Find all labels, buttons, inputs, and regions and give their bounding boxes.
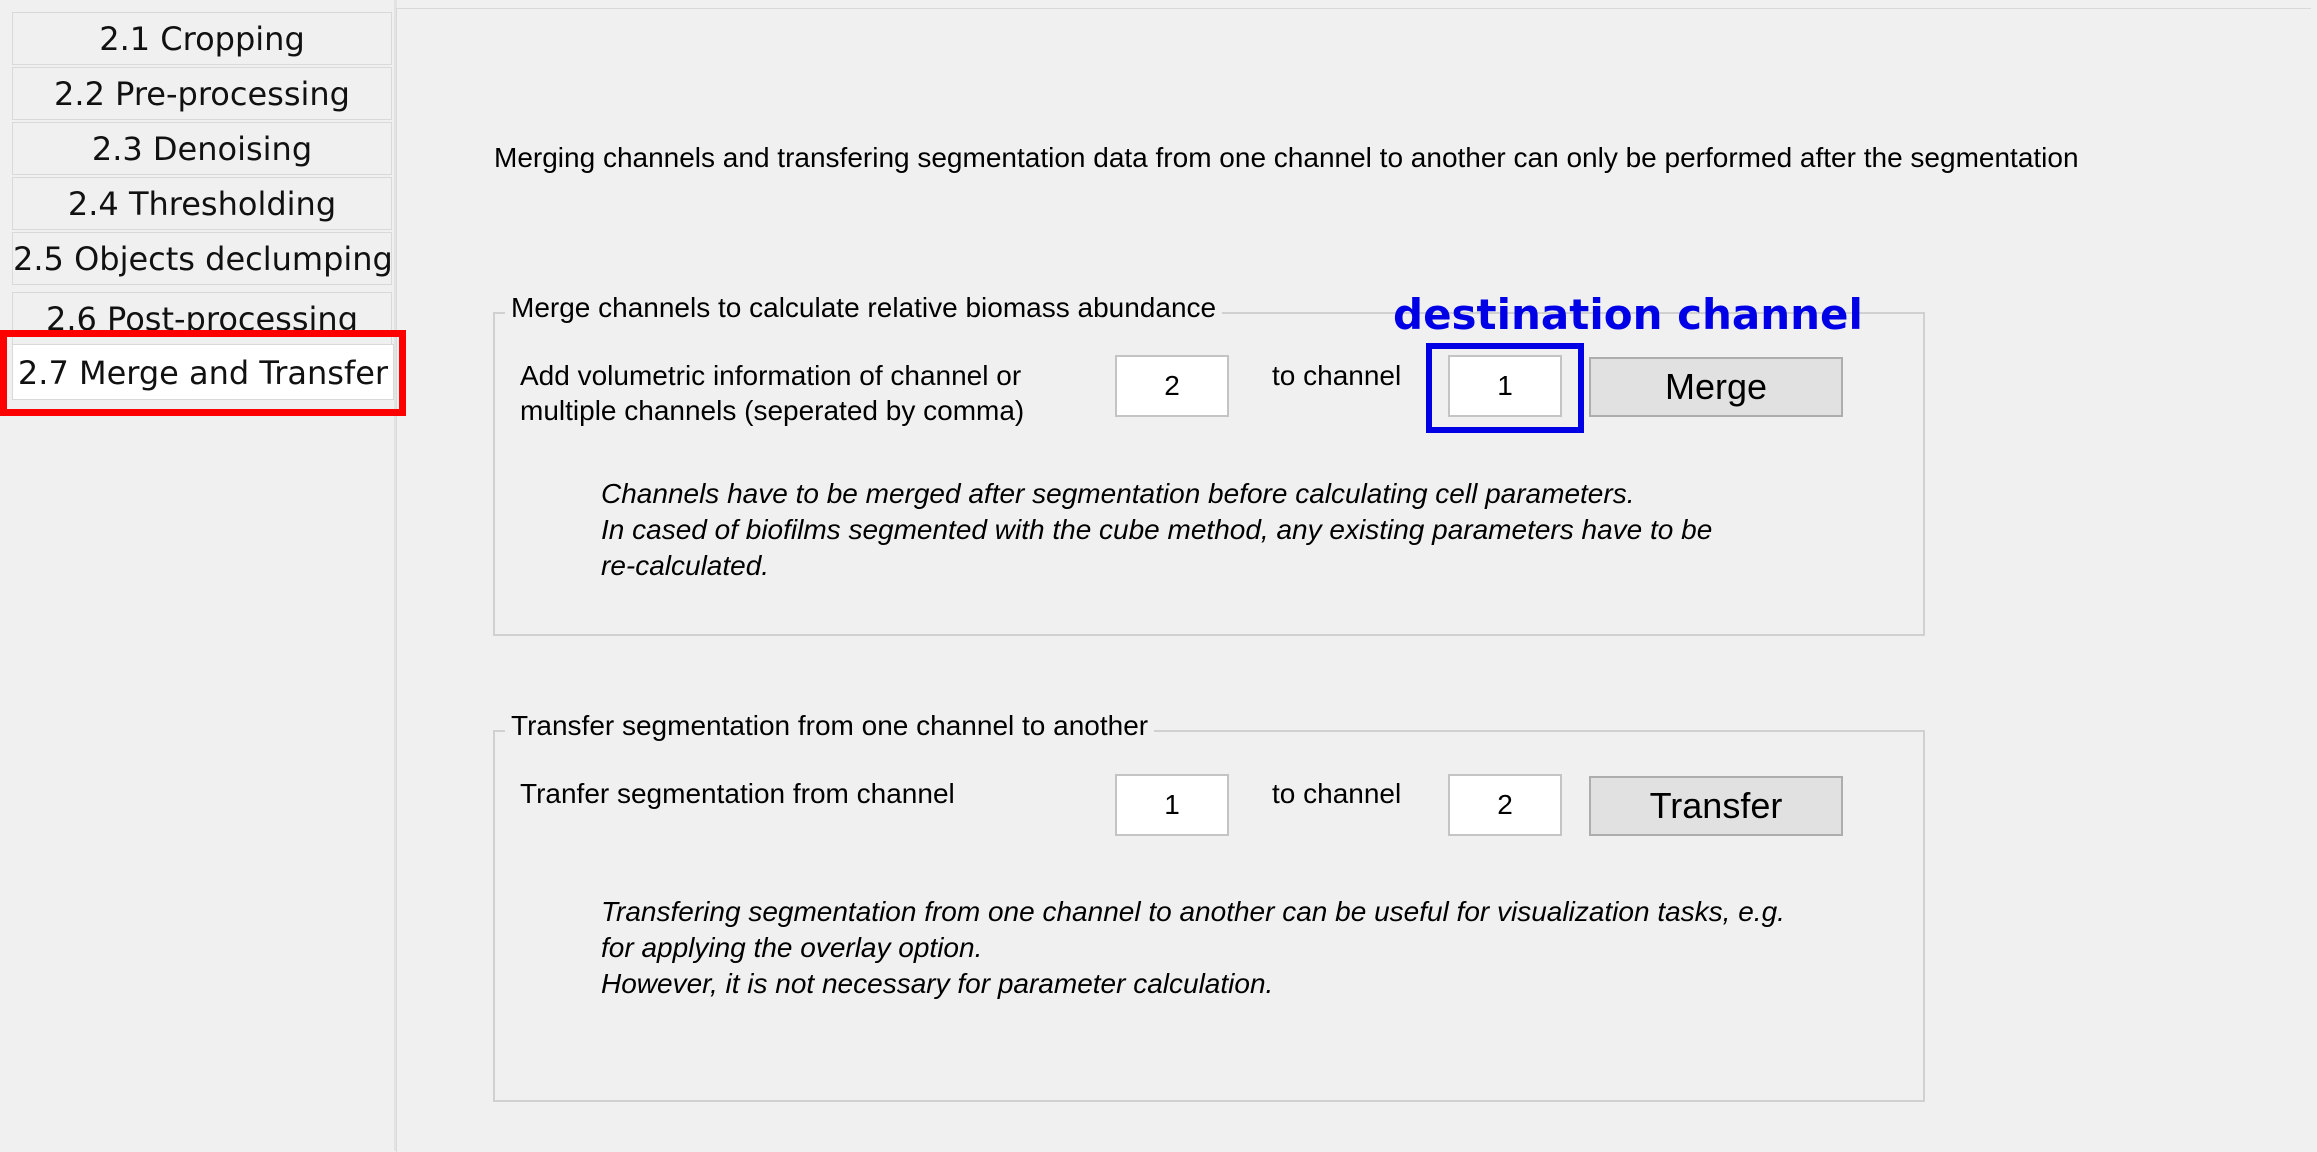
merge-group-title: Merge channels to calculate relative bio… (505, 292, 1223, 324)
merge-source-label: Add volumetric information of channel or… (520, 360, 1025, 426)
transfer-to-channel-label: to channel (1272, 778, 1402, 809)
tab-pre-processing[interactable]: 2.2 Pre-processing (12, 67, 392, 120)
merge-to-channel-label: to channel (1272, 360, 1402, 391)
tab-objects-declumping[interactable]: 2.5 Objects declumping (12, 232, 393, 285)
destination-channel-highlight (1426, 343, 1584, 433)
transfer-source-label: Tranfer segmentation from channel (520, 778, 955, 809)
tab-denoising[interactable]: 2.3 Denoising (12, 122, 392, 175)
transfer-destination-channel-input[interactable]: 2 (1448, 774, 1562, 836)
transfer-note: Transfering segmentation from one channe… (601, 896, 1785, 999)
tab-thresholding[interactable]: 2.4 Thresholding (12, 177, 392, 230)
merge-note: Channels have to be merged after segment… (601, 478, 1713, 581)
transfer-button[interactable]: Transfer (1589, 776, 1843, 836)
transfer-group-title: Transfer segmentation from one channel t… (505, 710, 1155, 742)
transfer-source-channel-input[interactable]: 1 (1115, 774, 1229, 836)
merge-button[interactable]: Merge (1589, 357, 1843, 417)
tab-cropping[interactable]: 2.1 Cropping (12, 12, 392, 65)
active-tab-highlight (0, 330, 406, 416)
sidebar: 2.1 Cropping 2.2 Pre-processing 2.3 Deno… (0, 0, 397, 1151)
merge-source-channel-input[interactable]: 2 (1115, 355, 1229, 417)
info-text: Merging channels and transfering segment… (494, 142, 2079, 173)
destination-channel-callout: destination channel (1393, 290, 1863, 339)
